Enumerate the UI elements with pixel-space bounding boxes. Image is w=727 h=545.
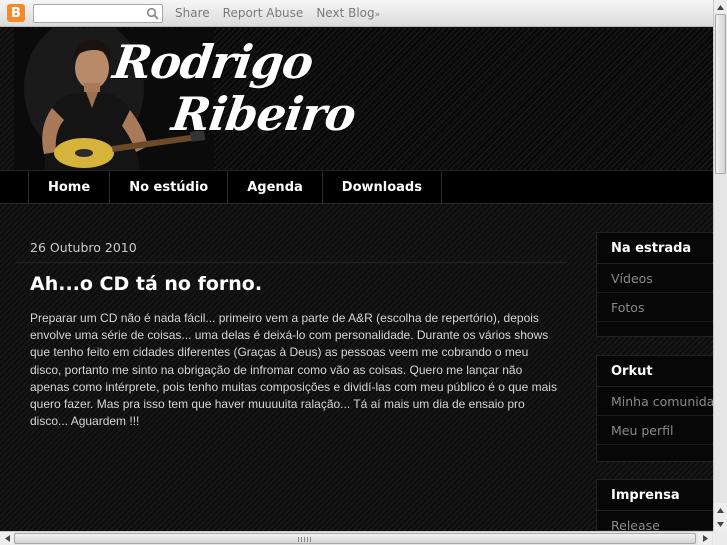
blogger-logo-icon[interactable]: B [7,4,25,22]
next-blog-label: Next Blog [316,6,375,20]
vertical-scrollbar[interactable] [713,0,727,531]
post-date: 26 Outubro 2010 [30,240,137,255]
widget-spacer [597,322,713,336]
tab-downloads[interactable]: Downloads [321,171,442,204]
widget-orkut: Orkut Minha comunidade Meu perfil [596,355,713,462]
report-abuse-link[interactable]: Report Abuse [223,6,304,20]
pages-tabs: Home No estúdio Agenda Downloads [0,170,713,204]
post-body: Preparar um CD não é nada fácil... prime… [30,311,557,429]
sidebar-item-minha-comunidade[interactable]: Minha comunidade [597,387,713,416]
post-divider [16,262,567,263]
horizontal-scrollbar[interactable] [0,531,713,545]
sidebar-item-videos[interactable]: Vídeos [597,264,713,293]
blog-header: Rodrigo Ribeiro [14,28,713,170]
chevron-right-icon: » [374,10,381,20]
tab-agenda[interactable]: Agenda [227,171,322,204]
widget-na-estrada: Na estrada Vídeos Fotos [596,232,713,337]
scroll-up-arrow-icon[interactable] [714,503,727,517]
scrollbar-corner [713,531,727,545]
widget-spacer [597,445,713,461]
share-link[interactable]: Share [175,6,210,20]
scroll-right-arrow-icon[interactable] [698,532,712,545]
scroll-up-arrow-icon[interactable] [714,0,727,14]
search-input[interactable] [34,7,142,25]
post-title[interactable]: Ah...o CD tá no forno. [30,273,262,295]
widget-imprensa: Imprensa Release [596,479,713,533]
search-box [33,3,163,25]
blog-title[interactable]: Rodrigo Ribeiro [103,35,366,141]
blog-title-line2: Ribeiro [168,87,359,141]
scroll-left-arrow-icon[interactable] [0,532,14,545]
widget-title: Na estrada [597,233,713,264]
blog-title-line1: Rodrigo [109,35,317,89]
tab-home[interactable]: Home [28,171,109,204]
search-icon[interactable] [146,7,159,20]
scroll-down-arrow-icon[interactable] [714,517,727,531]
sidebar-item-meu-perfil[interactable]: Meu perfil [597,416,713,445]
blogger-navbar: B Share Report Abuse Next Blog» [0,0,713,27]
scroll-grip-icon [298,537,312,542]
horizontal-scroll-thumb[interactable] [14,533,696,544]
tab-no-estudio[interactable]: No estúdio [109,171,227,204]
vertical-scroll-thumb[interactable] [715,14,726,174]
next-blog-link[interactable]: Next Blog» [316,6,380,20]
widget-title: Imprensa [597,480,713,511]
widget-title: Orkut [597,356,713,387]
sidebar-item-fotos[interactable]: Fotos [597,293,713,322]
